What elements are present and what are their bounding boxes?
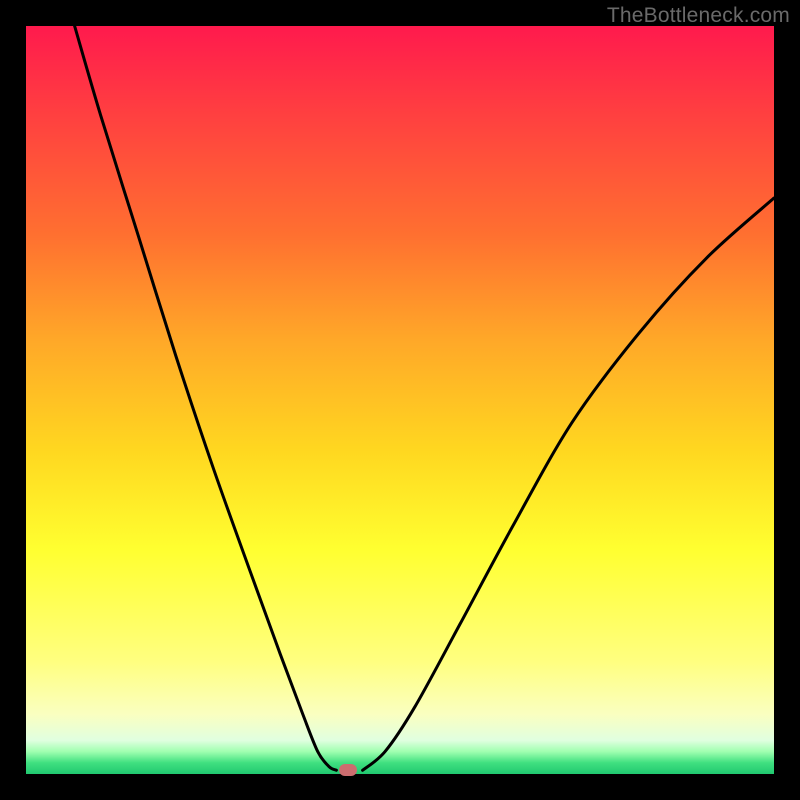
watermark-text: TheBottleneck.com (607, 4, 790, 28)
curve-right-branch (363, 198, 774, 770)
chart-plot-area (26, 26, 774, 774)
bottleneck-marker (339, 764, 357, 776)
curve-left-branch (75, 26, 337, 770)
bottleneck-curve (26, 26, 774, 774)
